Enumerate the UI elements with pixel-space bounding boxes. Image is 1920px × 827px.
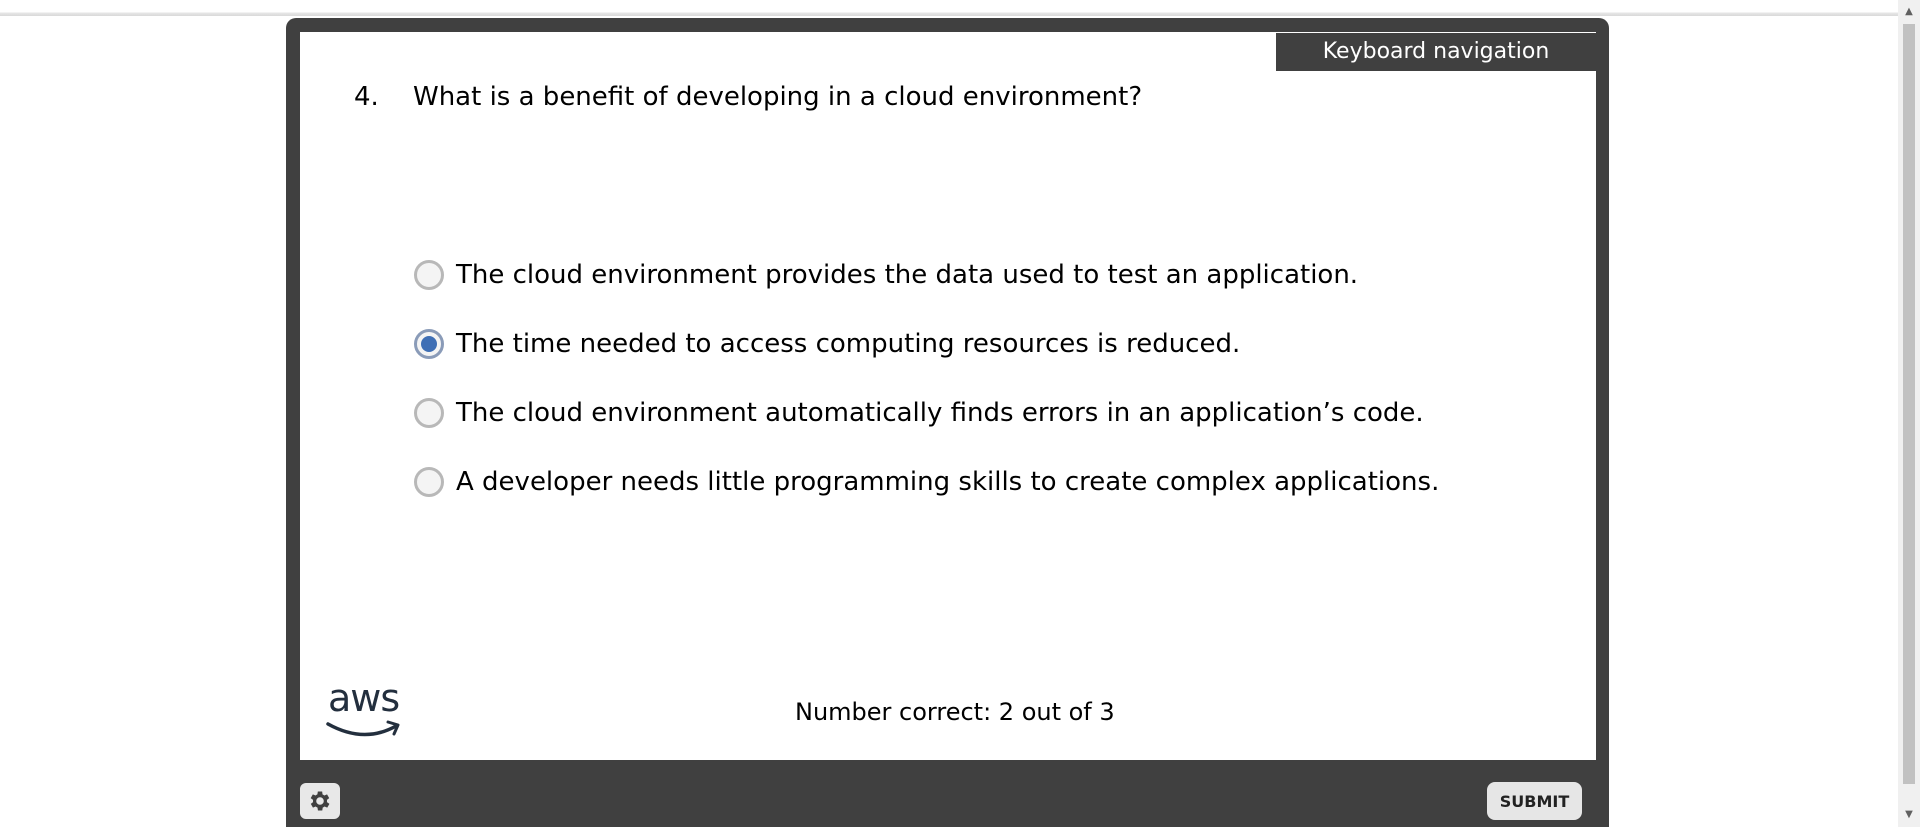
radio-button[interactable]: [414, 329, 444, 359]
aws-logo-text: aws: [328, 676, 400, 720]
answer-option-2[interactable]: The time needed to access computing reso…: [414, 324, 1439, 364]
answer-option-3[interactable]: The cloud environment automatically find…: [414, 393, 1439, 433]
question-number: 4.: [354, 82, 379, 112]
answer-option-1[interactable]: The cloud environment provides the data …: [414, 255, 1439, 295]
gear-icon: [310, 791, 330, 811]
scroll-down-icon[interactable]: ▼: [1898, 805, 1920, 825]
answer-option-label: The cloud environment provides the data …: [456, 260, 1359, 290]
scroll-thumb[interactable]: [1903, 24, 1915, 784]
radio-button[interactable]: [414, 260, 444, 290]
radio-button[interactable]: [414, 467, 444, 497]
browser-top-edge: [0, 0, 1898, 16]
aws-logo: aws: [326, 676, 408, 742]
answer-option-4[interactable]: A developer needs little programming ski…: [414, 462, 1439, 502]
aws-smile-icon: [326, 720, 400, 737]
scroll-up-icon[interactable]: ▲: [1898, 2, 1920, 22]
score-text: Number correct: 2 out of 3: [795, 698, 1115, 726]
radio-button[interactable]: [414, 398, 444, 428]
answer-option-label: The cloud environment automatically find…: [456, 398, 1424, 428]
question: 4. What is a benefit of developing in a …: [354, 82, 1534, 112]
keyboard-navigation-button[interactable]: Keyboard navigation: [1276, 33, 1596, 71]
question-text: What is a benefit of developing in a clo…: [413, 82, 1143, 112]
settings-button[interactable]: [300, 783, 340, 819]
page-scrollbar[interactable]: ▲ ▼: [1898, 0, 1920, 827]
answer-options: The cloud environment provides the data …: [414, 255, 1439, 531]
answer-option-label: A developer needs little programming ski…: [456, 467, 1440, 497]
submit-button[interactable]: SUBMIT: [1487, 782, 1582, 820]
answer-option-label: The time needed to access computing reso…: [456, 329, 1241, 359]
